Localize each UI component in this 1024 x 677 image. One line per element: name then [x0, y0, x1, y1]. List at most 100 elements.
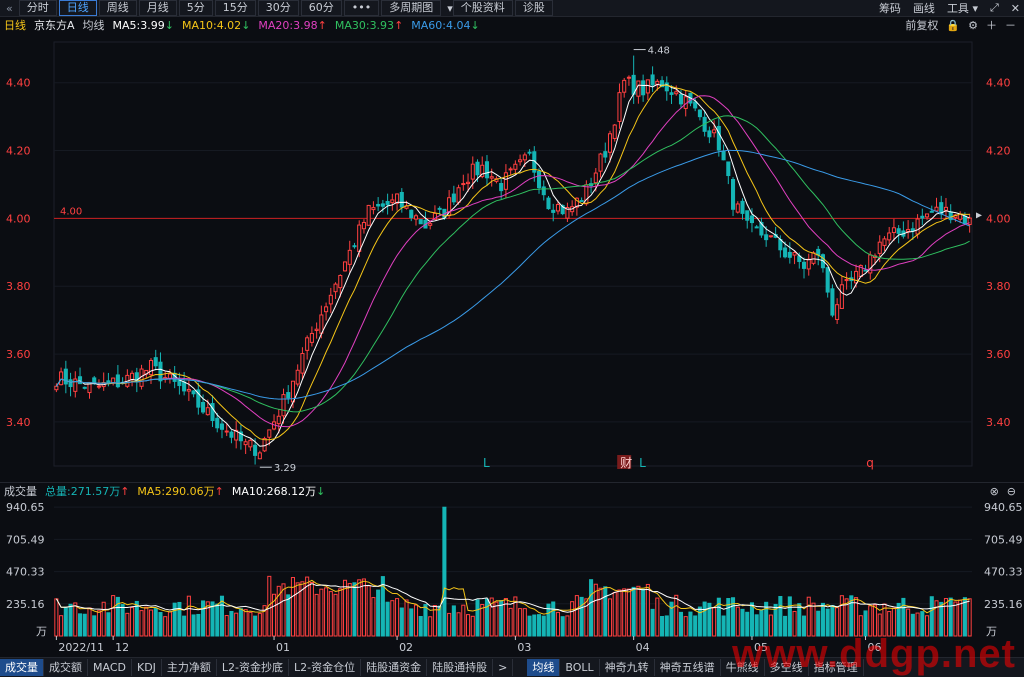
candle — [536, 170, 542, 189]
candle — [806, 258, 811, 270]
candle — [96, 385, 101, 388]
draw-line-button[interactable]: 画线 — [913, 0, 935, 16]
candle — [366, 204, 371, 226]
vol-y-tick-right: 705.49 — [984, 533, 1023, 546]
tab-9[interactable]: 多周期图 — [381, 0, 442, 16]
adjust-mode[interactable]: 前复权 — [905, 17, 938, 33]
indicator-tab-5[interactable]: L2-资金抄底 — [217, 659, 290, 676]
indicator-tab-6[interactable]: L2-资金仓位 — [289, 659, 362, 676]
indicator-tab-10[interactable]: 均线 — [527, 659, 561, 676]
volume-bar — [451, 605, 456, 637]
candle — [470, 163, 475, 180]
back-icon[interactable]: « — [0, 2, 19, 15]
indicator-tab-0[interactable]: 成交量 — [0, 659, 44, 676]
tab-2[interactable]: 周线 — [98, 0, 137, 16]
tab-8[interactable]: ••• — [343, 0, 380, 16]
ma-label[interactable]: 均线 — [83, 17, 105, 33]
indicator-tab-12[interactable]: 神奇九转 — [600, 659, 655, 676]
expand-icon[interactable]: ⤢ — [990, 1, 999, 15]
volume-bar — [238, 608, 243, 637]
tab-7[interactable]: 60分 — [300, 0, 342, 16]
y-tick-right: 4.40 — [986, 77, 1011, 90]
candle — [224, 430, 229, 433]
volume-bar — [962, 597, 967, 637]
tab-4[interactable]: 5分 — [178, 0, 213, 16]
ma20-value: MA20:3.98↑ — [258, 18, 327, 32]
candle — [844, 279, 849, 282]
ma-info-bar: 日线 京东方A 均线 MA5:3.99↓ MA10:4.02↓ MA20:3.9… — [0, 17, 1024, 33]
candle — [499, 182, 504, 192]
volume-bar — [413, 604, 419, 637]
indicator-tab-3[interactable]: KDJ — [132, 659, 162, 676]
volume-bar — [101, 601, 106, 637]
chip-distribution-button[interactable]: 筹码 — [879, 0, 901, 16]
volume-bar — [778, 596, 783, 637]
y-tick-left: 4.40 — [6, 77, 31, 90]
candle — [314, 328, 319, 331]
settings-icon[interactable]: ⚙ — [968, 19, 978, 32]
indicator-tab-13[interactable]: 神奇五线谱 — [655, 659, 721, 676]
indicator-tab-8[interactable]: 陆股通持股 — [427, 659, 494, 676]
indicator-tab-1[interactable]: 成交额 — [44, 659, 88, 676]
candle — [754, 226, 759, 229]
candle — [716, 125, 721, 151]
volume-bar — [598, 587, 603, 637]
candle — [54, 385, 59, 391]
volume-bar — [229, 610, 234, 637]
tab-1[interactable]: 日线 — [58, 0, 97, 16]
tab-11[interactable]: 诊股 — [514, 0, 553, 16]
volume-bar — [456, 612, 461, 637]
volume-bar — [536, 614, 542, 637]
volume-info-bar: 成交量 总量:271.57万↑ MA5:290.06万↑ MA10:268.12… — [0, 482, 1024, 499]
volume-bar — [839, 595, 844, 637]
lock-icon[interactable]: 🔒 — [946, 19, 960, 32]
volume-bar — [96, 610, 101, 637]
volume-bar — [693, 615, 698, 637]
tab-0[interactable]: 分时 — [18, 0, 57, 16]
close-panel-icon[interactable]: ⊗ — [990, 485, 999, 498]
ma5-value: MA5:3.99↓ — [112, 18, 174, 32]
candle — [324, 306, 329, 313]
tab-10[interactable]: 个股资料 — [452, 0, 513, 16]
indicator-tab-4[interactable]: 主力净额 — [162, 659, 217, 676]
shrink-icon[interactable]: － — [1005, 17, 1016, 33]
candle — [319, 314, 324, 334]
vol-y-tick-left: 470.33 — [6, 566, 45, 579]
collapse-panel-icon[interactable]: ⊖ — [1007, 485, 1016, 498]
candle — [158, 361, 163, 382]
volume-bar — [664, 615, 669, 637]
candle — [59, 371, 64, 386]
tab-5[interactable]: 15分 — [214, 0, 256, 16]
indicator-tab-7[interactable]: 陆股通资金 — [361, 659, 428, 676]
tab-3[interactable]: 月线 — [138, 0, 177, 16]
volume-bar — [314, 593, 319, 637]
candle — [617, 92, 622, 122]
indicator-tab-11[interactable]: BOLL — [560, 659, 600, 676]
enlarge-icon[interactable]: ＋ — [986, 17, 997, 33]
candle — [607, 133, 613, 153]
volume-bar — [186, 595, 191, 637]
volume-bar — [371, 597, 376, 637]
candle — [276, 415, 281, 425]
volume-bar — [347, 583, 352, 637]
indicator-tab-9[interactable]: > — [493, 659, 514, 676]
vol-y-tick-right: 940.65 — [984, 501, 1023, 514]
ma20-line — [55, 95, 970, 428]
candle — [371, 207, 376, 211]
candle — [882, 238, 887, 246]
tools-button[interactable]: 工具 ▾ — [947, 0, 978, 16]
candlestick-chart[interactable]: 4.40 4.40 4.20 4.20 4.00 4.00 3.80 3.80 3.60 3.60… — [0, 34, 1024, 482]
indicator-tab-2[interactable]: MACD — [88, 659, 132, 676]
volume-bar — [939, 601, 944, 637]
tab-6[interactable]: 30分 — [257, 0, 299, 16]
vol-y-tick-right: 470.33 — [984, 566, 1023, 579]
volume-total: 总量:271.57万↑ — [45, 485, 130, 498]
volume-bar — [660, 616, 665, 637]
candle — [262, 438, 267, 452]
close-icon[interactable]: ✕ — [1011, 2, 1020, 15]
volume-bar — [650, 608, 655, 637]
volume-bar — [409, 608, 414, 637]
candle — [622, 79, 627, 93]
volume-bar — [290, 577, 296, 637]
y-tick-left: 4.00 — [6, 212, 31, 225]
